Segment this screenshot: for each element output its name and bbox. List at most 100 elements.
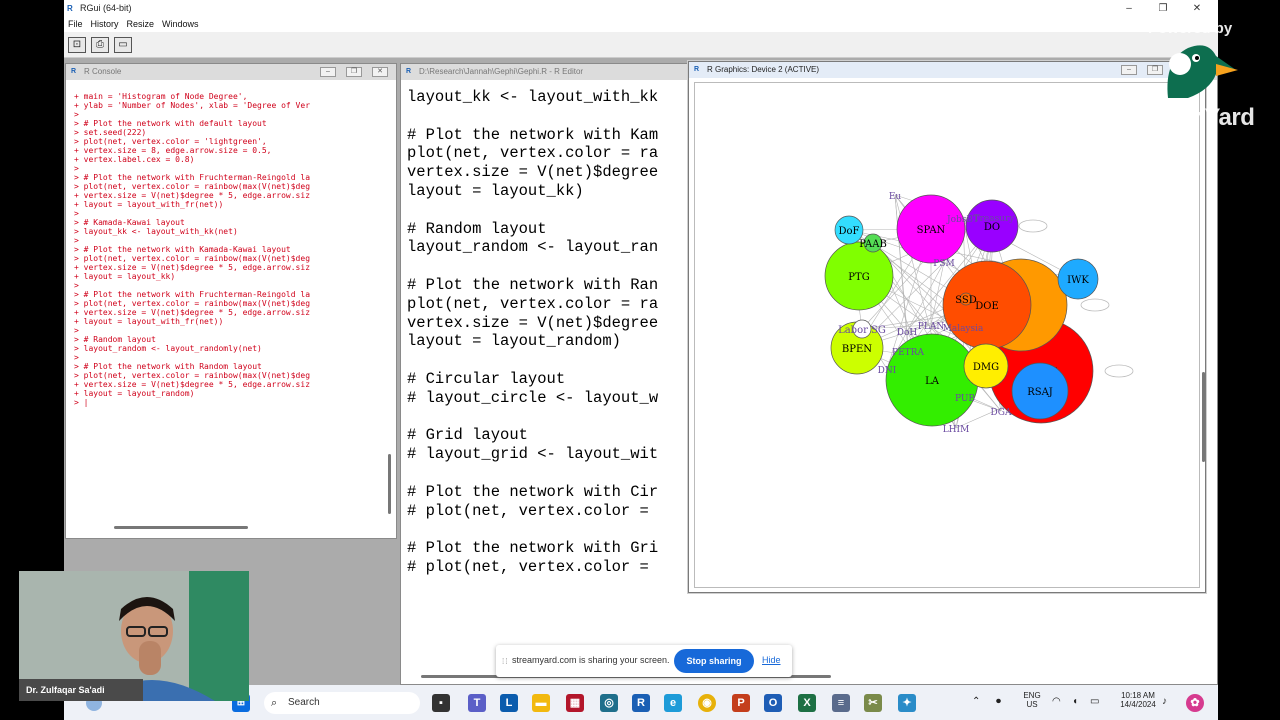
- powerpoint-icon[interactable]: P: [732, 694, 750, 712]
- screen-share-bar: ⁞⁞ streamyard.com is sharing your screen…: [496, 645, 792, 677]
- maximize-button[interactable]: ❐: [1146, 0, 1180, 17]
- console-line: >: [74, 353, 79, 362]
- network-node-label: PTG: [848, 272, 869, 283]
- console-line: > plot(net, vertex.color = rainbow(max(V…: [74, 299, 311, 308]
- console-line: + vertex.size = V(net)$degree * 5, edge.…: [74, 263, 311, 272]
- hide-link[interactable]: Hide: [762, 655, 781, 665]
- console-line: > plot(net, vertex.color = 'lightgreen',: [74, 137, 267, 146]
- drag-grip-icon[interactable]: ⁞⁞: [502, 657, 508, 666]
- task-view-icon[interactable]: ▪: [432, 694, 450, 712]
- network-edge: [930, 261, 945, 326]
- editor-line: vertex.size = V(net)$degree: [407, 163, 659, 182]
- network-node-label: PAAB: [859, 239, 887, 250]
- print-button[interactable]: ⎙: [91, 37, 109, 53]
- network-node-label: Eu: [889, 192, 902, 202]
- editor-line: plot(net, vertex.color = ra: [407, 144, 659, 163]
- minimize-button[interactable]: –: [1112, 0, 1146, 17]
- console-line: + layout = layout_kk): [74, 272, 176, 281]
- editor-title: D:\Research\Jannah\Gephi\Gephi.R - R Edi…: [419, 67, 584, 76]
- console-line: >: [74, 164, 79, 173]
- app-globe-icon[interactable]: ◎: [600, 694, 618, 712]
- outlook-icon[interactable]: O: [764, 694, 782, 712]
- console-line: >: [74, 281, 79, 290]
- webcam-overlay: Dr. Zulfaqar Sa'adi: [19, 571, 249, 701]
- self-loop-edge: [1080, 298, 1110, 312]
- self-loop-edge: [1104, 364, 1134, 378]
- stop-button[interactable]: ▭: [114, 37, 132, 53]
- console-line: >: [74, 209, 79, 218]
- volume-icon[interactable]: ◖: [1072, 696, 1078, 707]
- editor-line: # Plot the network with Gri: [407, 539, 659, 558]
- menu-resize[interactable]: Resize: [123, 17, 159, 32]
- menu-windows[interactable]: Windows: [158, 17, 203, 32]
- snipping-tool-icon[interactable]: ✂: [864, 694, 882, 712]
- editor-line: # Plot the network with Cir: [407, 482, 659, 501]
- console-output[interactable]: + main = 'Histogram of Node Degree', + yl…: [74, 92, 384, 407]
- editor-text[interactable]: layout_kk <- layout_with_kk # Plot the n…: [407, 88, 658, 577]
- console-line: + vertex.size = 8, edge.arrow.size = 0.5…: [74, 146, 272, 155]
- wifi-icon[interactable]: ◠: [1052, 696, 1061, 707]
- edge-icon[interactable]: e: [664, 694, 682, 712]
- search-label: Search: [288, 697, 320, 708]
- clock-time: 10:18 AM: [1121, 691, 1155, 700]
- graphics-title: R Graphics: Device 2 (ACTIVE): [707, 65, 820, 74]
- console-title-bar: R R Console – ❐ ✕: [66, 64, 396, 80]
- network-node-label: IWK: [1067, 275, 1089, 286]
- battery-icon[interactable]: ▭: [1090, 696, 1099, 707]
- app-l-icon[interactable]: L: [500, 694, 518, 712]
- console-maximize-button[interactable]: ❐: [346, 67, 362, 77]
- network-node-label: LA: [925, 376, 940, 387]
- network-node-label: Labor SG: [838, 325, 886, 336]
- r-logo-icon: R: [406, 68, 412, 75]
- network-node-label: PUB: [955, 394, 975, 404]
- open-script-button[interactable]: ⊡: [68, 37, 86, 53]
- menu-bar: File History Resize Windows: [64, 17, 1218, 32]
- file-explorer-icon[interactable]: ▬: [532, 694, 550, 712]
- close-button[interactable]: ✕: [1180, 0, 1214, 17]
- clock[interactable]: 10:18 AM 14/4/2024: [1108, 691, 1168, 709]
- r-graphics-window[interactable]: R R Graphics: Device 2 (ACTIVE) – ❐ BAKA…: [688, 61, 1206, 593]
- console-line: + ylab = 'Number of Nodes', xlab = 'Degr…: [74, 101, 311, 110]
- menu-history[interactable]: History: [87, 17, 123, 32]
- console-minimize-button[interactable]: –: [320, 67, 336, 77]
- console-line: > # Kamada-Kawai layout: [74, 218, 185, 227]
- store-icon[interactable]: ▦: [566, 694, 584, 712]
- microphone-icon[interactable]: ⏺: [996, 696, 1001, 707]
- console-line: >: [74, 236, 79, 245]
- notepad-icon[interactable]: ≡: [832, 694, 850, 712]
- console-line: > |: [74, 398, 89, 407]
- notification-bell-icon[interactable]: ♪: [1162, 696, 1167, 707]
- network-node-label: PETRA: [892, 348, 924, 358]
- menu-file[interactable]: File: [64, 17, 87, 32]
- console-horizontal-scrollbar[interactable]: [114, 526, 248, 529]
- r-app-icon[interactable]: R: [632, 694, 650, 712]
- streamyard-duck-logo: [1167, 45, 1238, 98]
- r-console-window[interactable]: R R Console – ❐ ✕ + main = 'Histogram of…: [65, 63, 397, 539]
- app-misc-icon[interactable]: ✦: [898, 694, 916, 712]
- taskbar-search[interactable]: ⌕ Search: [264, 692, 420, 714]
- editor-line: layout = layout_random): [407, 332, 621, 351]
- title-bar: R RGui (64-bit) – ❐ ✕: [64, 0, 1218, 17]
- desktop: R RGui (64-bit) – ❐ ✕ File History Resize W…: [0, 0, 1280, 720]
- console-line: > set.seed(222): [74, 128, 147, 137]
- graphics-vertical-scrollbar[interactable]: [1202, 372, 1205, 462]
- tray-overflow-icon[interactable]: ⌃: [972, 696, 980, 707]
- editor-line: # layout_circle <- layout_w: [407, 388, 659, 407]
- language-indicator[interactable]: ENG US: [1020, 691, 1044, 709]
- network-node-label: DoH: [897, 328, 918, 338]
- console-line: + vertex.size = V(net)$degree * 5, edge.…: [74, 191, 311, 200]
- editor-line: layout_random <- layout_ran: [407, 238, 659, 257]
- teams-icon[interactable]: T: [468, 694, 486, 712]
- share-message: streamyard.com is sharing your screen.: [512, 655, 670, 665]
- excel-icon[interactable]: X: [798, 694, 816, 712]
- console-vertical-scrollbar[interactable]: [388, 454, 391, 514]
- powered-by-text: Powered by: [1148, 20, 1233, 37]
- console-close-button[interactable]: ✕: [372, 67, 388, 77]
- network-node-label: SSD: [955, 295, 977, 306]
- copilot-icon[interactable]: ✿: [1186, 694, 1204, 712]
- chrome-icon[interactable]: ◉: [698, 694, 716, 712]
- stop-sharing-button[interactable]: Stop sharing: [674, 649, 754, 673]
